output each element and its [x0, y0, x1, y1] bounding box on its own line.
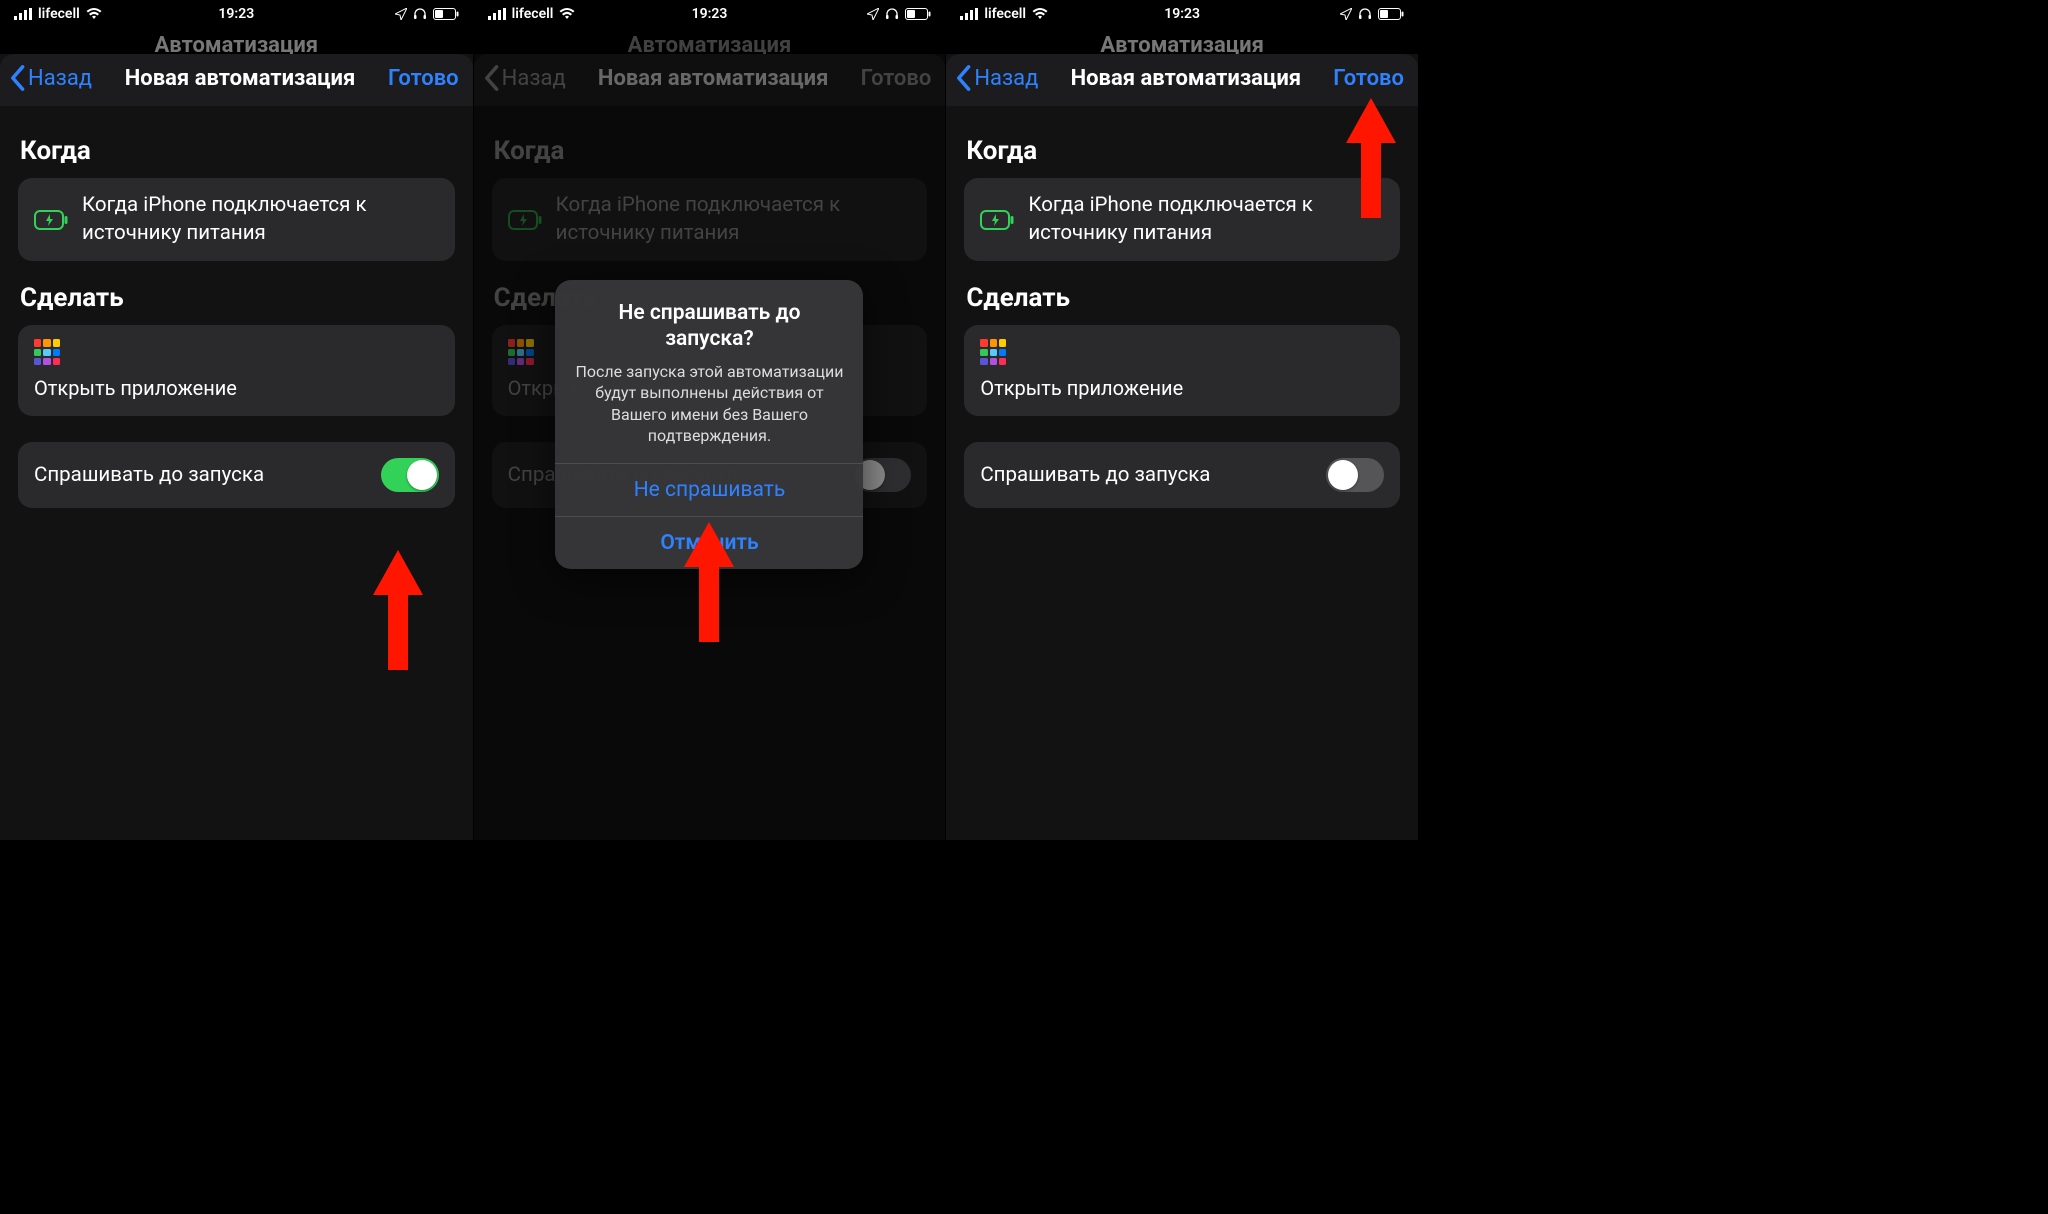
- carrier-label: lifecell: [512, 6, 554, 22]
- status-bar: lifecell 19:23: [946, 0, 1418, 28]
- status-bar: lifecell 19:23: [474, 0, 946, 28]
- back-button[interactable]: Назад: [954, 64, 1038, 92]
- signal-icon: [960, 8, 978, 20]
- carrier-label: lifecell: [984, 6, 1026, 22]
- do-action-card[interactable]: Открыть приложение: [964, 325, 1400, 416]
- signal-icon: [14, 8, 32, 20]
- ask-before-run-row: Спрашивать до запуска: [964, 442, 1400, 508]
- ask-before-run-row: Спрашивать до запуска: [18, 442, 455, 508]
- section-when-title: Когда: [966, 136, 1400, 166]
- back-label: Назад: [974, 66, 1038, 91]
- battery-status-icon: [905, 8, 931, 20]
- clock: 19:23: [218, 6, 254, 22]
- nav-title: Новая автоматизация: [1071, 66, 1302, 91]
- charging-battery-icon: [980, 210, 1014, 230]
- ask-before-run-switch[interactable]: [381, 458, 439, 492]
- wifi-icon: [559, 8, 575, 20]
- alert-confirm-button[interactable]: Не спрашивать: [555, 463, 863, 516]
- section-do-title: Сделать: [966, 283, 1400, 313]
- battery-status-icon: [433, 8, 459, 20]
- chevron-left-icon: [8, 64, 26, 92]
- nav-title: Новая автоматизация: [125, 66, 356, 91]
- done-button[interactable]: Готово: [388, 66, 459, 91]
- phone-screen-3: lifecell 19:23 Автоматизация Назад Новая…: [945, 0, 1418, 840]
- when-condition-card[interactable]: Когда iPhone подключается к источнику пи…: [964, 178, 1400, 261]
- alert-cancel-button[interactable]: Отменить: [555, 516, 863, 569]
- sheet-peek-title: Автоматизация: [0, 28, 473, 54]
- confirm-alert: Не спрашивать до запуска? После запуска …: [555, 280, 863, 569]
- chevron-left-icon: [954, 64, 972, 92]
- nav-bar: Назад Новая автоматизация Готово: [0, 54, 473, 106]
- when-condition-card[interactable]: Когда iPhone подключается к источнику пи…: [18, 178, 455, 261]
- content-area: Когда Когда iPhone подключается к источн…: [946, 106, 1418, 516]
- location-icon: [1340, 8, 1352, 20]
- alert-title: Не спрашивать до запуска?: [573, 300, 845, 353]
- when-condition-text: Когда iPhone подключается к источнику пи…: [82, 192, 439, 247]
- section-do-title: Сделать: [20, 283, 455, 313]
- location-icon: [867, 8, 879, 20]
- content-area: Когда Когда iPhone подключается к источн…: [0, 106, 473, 516]
- ask-before-run-switch[interactable]: [1326, 458, 1384, 492]
- clock: 19:23: [1164, 6, 1200, 22]
- signal-icon: [488, 8, 506, 20]
- charging-battery-icon: [34, 210, 68, 230]
- phone-screen-2: lifecell 19:23 Автоматизация Назад Новая…: [473, 0, 946, 840]
- section-when-title: Когда: [20, 136, 455, 166]
- alert-message: После запуска этой автоматизации будут в…: [573, 361, 845, 447]
- app-grid-icon: [34, 339, 60, 365]
- location-icon: [395, 8, 407, 20]
- wifi-icon: [1032, 8, 1048, 20]
- wifi-icon: [86, 8, 102, 20]
- annotation-arrow: [368, 550, 428, 670]
- do-action-card[interactable]: Открыть приложение: [18, 325, 455, 416]
- when-condition-text: Когда iPhone подключается к источнику пи…: [1028, 192, 1384, 247]
- clock: 19:23: [692, 6, 728, 22]
- headphones-icon: [413, 8, 427, 20]
- back-label: Назад: [28, 66, 92, 91]
- battery-status-icon: [1378, 8, 1404, 20]
- do-action-text: Открыть приложение: [980, 375, 1183, 402]
- do-action-text: Открыть приложение: [34, 375, 237, 402]
- app-grid-icon: [980, 339, 1006, 365]
- sheet-peek-title: Автоматизация: [946, 28, 1418, 54]
- ask-before-run-label: Спрашивать до запуска: [980, 463, 1210, 487]
- carrier-label: lifecell: [38, 6, 80, 22]
- phone-screen-1: lifecell 19:23 Автоматизация Назад Новая…: [0, 0, 473, 840]
- headphones-icon: [1358, 8, 1372, 20]
- status-bar: lifecell 19:23: [0, 0, 473, 28]
- back-button[interactable]: Назад: [8, 64, 92, 92]
- done-button[interactable]: Готово: [1333, 66, 1404, 91]
- headphones-icon: [885, 8, 899, 20]
- ask-before-run-label: Спрашивать до запуска: [34, 463, 264, 487]
- nav-bar: Назад Новая автоматизация Готово: [946, 54, 1418, 106]
